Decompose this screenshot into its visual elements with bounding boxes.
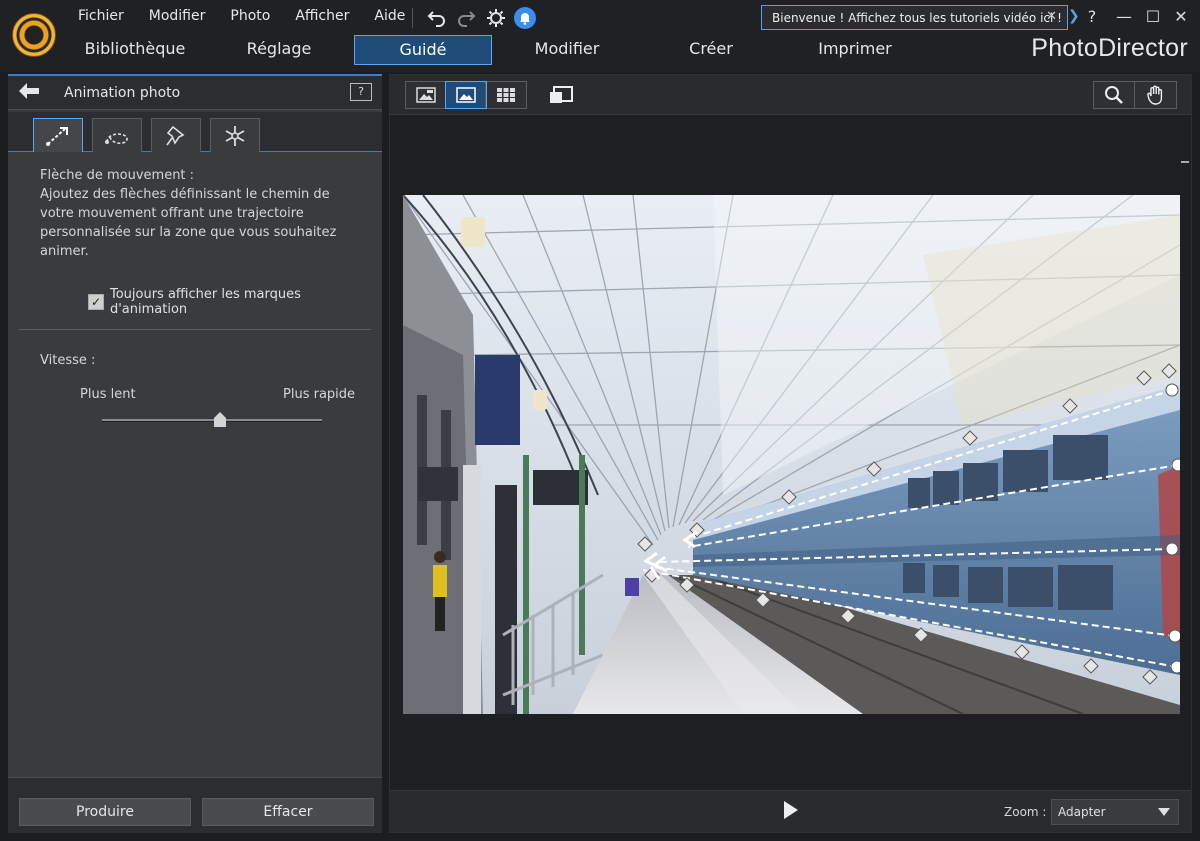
help-icon[interactable]: ?: [350, 83, 372, 101]
undo-icon[interactable]: [426, 7, 448, 29]
grid-view-icon[interactable]: [486, 82, 526, 108]
single-view-icon[interactable]: [406, 82, 446, 108]
window-minimize-button[interactable]: —: [1113, 5, 1135, 27]
settings-icon[interactable]: [485, 7, 507, 29]
speed-slider-thumb[interactable]: [214, 412, 226, 427]
show-marks-checkbox[interactable]: ✓: [88, 294, 104, 310]
produce-button[interactable]: Produire: [19, 798, 191, 826]
menu-fichier[interactable]: Fichier: [78, 8, 124, 26]
panel-header: Animation photo ?: [8, 76, 382, 110]
panel-title: Animation photo: [64, 85, 181, 101]
redo-icon[interactable]: [455, 7, 477, 29]
description-line: votre mouvement offrant une trajectoire: [40, 206, 304, 221]
station-photo: [403, 195, 1180, 714]
chevron-down-icon: [1158, 808, 1170, 816]
show-marks-option[interactable]: ✓ Toujours afficher les marques d'animat…: [88, 287, 382, 317]
divider: [19, 329, 371, 330]
zoom-label: Zoom :: [1004, 805, 1047, 819]
speed-slider-track[interactable]: [102, 419, 322, 422]
description-heading: Flèche de mouvement :: [40, 168, 195, 183]
menu-separator: [412, 8, 413, 28]
notification-icon[interactable]: [514, 7, 536, 29]
pan-hand-icon[interactable]: [1135, 82, 1176, 108]
tab-reglage[interactable]: Réglage: [210, 35, 348, 65]
description-line: Ajoutez des flèches définissant le chemi…: [40, 187, 330, 202]
menu-bar: Fichier Modifier Photo Afficher Aide: [78, 8, 430, 26]
back-arrow-icon[interactable]: [17, 82, 43, 102]
menu-afficher[interactable]: Afficher: [295, 8, 349, 26]
menu-aide[interactable]: Aide: [374, 8, 405, 26]
welcome-banner[interactable]: Bienvenue ! Affichez tous les tutoriels …: [761, 5, 1068, 30]
tab-modifier[interactable]: Modifier: [498, 35, 636, 65]
speed-fast-label: Plus rapide: [283, 387, 356, 402]
canvas-tool-group: [1093, 81, 1177, 109]
description-line: personnalisée sur la zone que vous souha…: [40, 225, 337, 240]
description-line: animer.: [40, 244, 89, 259]
photo-canvas[interactable]: [403, 195, 1180, 714]
zoom-select[interactable]: Adapter: [1051, 799, 1179, 825]
tab-guide[interactable]: Guidé: [354, 35, 492, 65]
compare-icon[interactable]: [547, 83, 575, 107]
tab-imprimer[interactable]: Imprimer: [786, 35, 924, 65]
play-icon[interactable]: [784, 801, 798, 819]
panel-resize-handle[interactable]: [1181, 161, 1189, 163]
tool-description: Flèche de mouvement : Ajoutez des flèche…: [40, 166, 360, 261]
welcome-close-icon[interactable]: ✕: [1046, 9, 1057, 24]
speed-label: Vitesse :: [40, 353, 96, 368]
window-help-button[interactable]: ?: [1081, 5, 1103, 27]
module-tabs: Bibliothèque Réglage Guidé Modifier Crée…: [0, 35, 1000, 65]
playback-bar: Zoom : Adapter: [390, 790, 1191, 832]
tool-tabs: [8, 112, 382, 152]
clear-button[interactable]: Effacer: [202, 798, 374, 826]
title-bar: Fichier Modifier Photo Afficher Aide Bie…: [0, 0, 1200, 72]
loop-path-icon[interactable]: [92, 118, 142, 152]
menu-photo[interactable]: Photo: [230, 8, 270, 26]
show-marks-label: Toujours afficher les marques d'animatio…: [109, 287, 301, 317]
preview-toolbar: [390, 75, 1191, 115]
freeze-snowflake-icon[interactable]: [210, 118, 260, 152]
view-mode-group: [405, 81, 527, 109]
tab-creer[interactable]: Créer: [642, 35, 780, 65]
fit-view-icon[interactable]: [445, 81, 487, 109]
speed-slow-label: Plus lent: [80, 387, 136, 402]
tab-bibliotheque[interactable]: Bibliothèque: [66, 35, 204, 65]
zoom-tool-icon[interactable]: [1094, 82, 1136, 108]
window-close-button[interactable]: ✕: [1170, 5, 1192, 27]
motion-arrow-icon[interactable]: [33, 118, 83, 152]
window-maximize-button[interactable]: ☐: [1142, 5, 1164, 27]
preview-panel: Zoom : Adapter: [389, 74, 1192, 833]
panel-footer: Produire Effacer: [8, 777, 382, 833]
brand-name: PhotoDirector: [1031, 34, 1188, 62]
menu-modifier[interactable]: Modifier: [149, 8, 206, 26]
welcome-text: Bienvenue ! Affichez tous les tutoriels …: [772, 10, 1062, 25]
anchor-pin-icon[interactable]: [151, 118, 201, 152]
zoom-value: Adapter: [1058, 805, 1106, 819]
left-panel: Animation photo ? Flèche de mouvement : …: [8, 74, 382, 833]
welcome-pointer-icon: ❯: [1068, 8, 1080, 24]
